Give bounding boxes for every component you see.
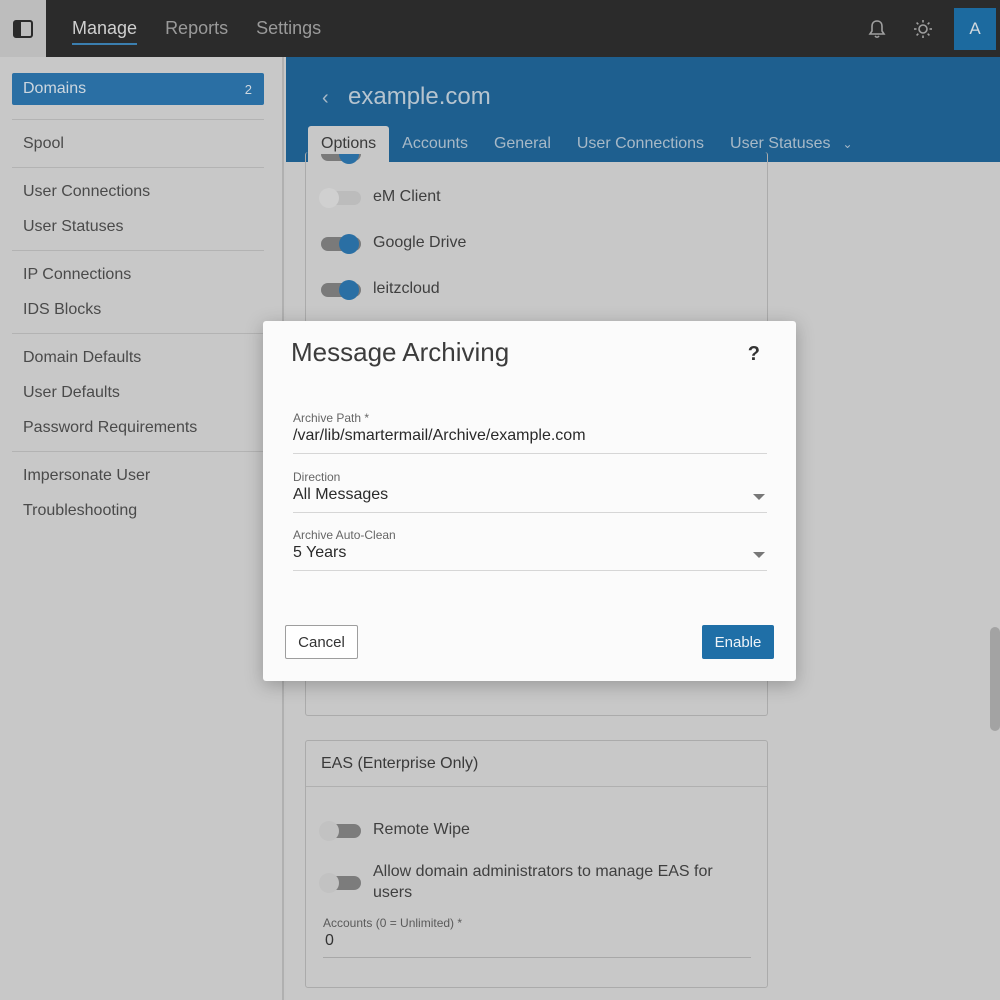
- partial-toggle-row: [321, 154, 373, 164]
- direction-label: Direction: [293, 470, 341, 484]
- sidebar-item-domain-defaults[interactable]: Domain Defaults: [12, 340, 264, 375]
- tab-label: User Statuses: [730, 135, 831, 152]
- chevron-down-icon: ⌄: [842, 137, 853, 151]
- dialog-title: Message Archiving: [291, 337, 510, 367]
- sidebar-item-user-statuses[interactable]: User Statuses: [12, 209, 264, 244]
- sidebar-group-users: User Connections User Statuses: [12, 168, 264, 251]
- scrollbar[interactable]: [990, 627, 1000, 731]
- leitzcloud-toggle[interactable]: [321, 280, 361, 300]
- archive-auto-clean-select[interactable]: Archive Auto-Clean 5 Years: [293, 528, 767, 571]
- allow-admin-eas-toggle[interactable]: [319, 873, 361, 893]
- top-icons: A: [854, 0, 1000, 57]
- help-icon[interactable]: ?: [748, 343, 760, 366]
- toggle-row-remote-wipe: Remote Wipe: [319, 821, 470, 841]
- avatar[interactable]: A: [954, 7, 996, 50]
- sidebar-toggle-icon: [13, 19, 33, 38]
- sidebar-item-ip-connections[interactable]: IP Connections: [12, 257, 264, 292]
- auto-clean-label: Archive Auto-Clean: [293, 528, 396, 542]
- domains-count-badge: 2: [244, 81, 252, 97]
- notifications-button[interactable]: [854, 0, 900, 57]
- back-chevron-icon[interactable]: ‹: [322, 87, 329, 110]
- google-drive-toggle[interactable]: [321, 234, 361, 254]
- sidebar-group-defaults: Domain Defaults User Defaults Password R…: [12, 334, 264, 452]
- sidebar-item-ids-blocks[interactable]: IDS Blocks: [12, 292, 264, 327]
- archive-path-label: Archive Path *: [293, 411, 370, 425]
- remote-wipe-toggle[interactable]: [319, 821, 361, 841]
- partial-toggle[interactable]: [321, 154, 361, 164]
- toggle-label: leitzcloud: [373, 280, 440, 297]
- top-nav: Manage Reports Settings: [72, 0, 321, 57]
- sidebar-group-tools: Impersonate User Troubleshooting: [12, 452, 264, 534]
- sidebar-group-spool: Spool: [12, 120, 264, 168]
- enable-button[interactable]: Enable: [702, 625, 774, 659]
- cancel-button[interactable]: Cancel: [285, 625, 358, 659]
- field-underline: [293, 570, 767, 571]
- nav-settings[interactable]: Settings: [256, 14, 321, 43]
- sidebar-item-domains[interactable]: Domains 2: [12, 73, 264, 105]
- field-underline: [293, 453, 767, 454]
- em-client-toggle[interactable]: [319, 188, 361, 208]
- sidebar-group-ip: IP Connections IDS Blocks: [12, 251, 264, 334]
- toggle-label: eM Client: [373, 188, 441, 205]
- field-underline: [293, 512, 767, 513]
- nav-reports[interactable]: Reports: [165, 14, 228, 43]
- sidebar-group-domains: Domains 2: [12, 67, 264, 120]
- sidebar-item-label: Domains: [23, 80, 87, 97]
- page-title: example.com: [348, 83, 491, 110]
- nav-manage[interactable]: Manage: [72, 14, 138, 45]
- toggle-row-google-drive: Google Drive: [321, 234, 467, 254]
- archive-path-input[interactable]: /var/lib/smartermail/Archive/example.com: [293, 427, 767, 445]
- sidebar-item-impersonate-user[interactable]: Impersonate User: [12, 458, 264, 493]
- sidebar-item-user-defaults[interactable]: User Defaults: [12, 375, 264, 410]
- toggle-label: Allow domain administrators to manage EA…: [373, 863, 713, 901]
- dropdown-arrow-icon: [753, 494, 765, 500]
- top-bar: Manage Reports Settings A: [0, 0, 1000, 57]
- auto-clean-value: 5 Years: [293, 544, 347, 561]
- toggle-label: Google Drive: [373, 234, 467, 251]
- toggle-row-allow-admin-eas: Allow domain administrators to manage EA…: [319, 861, 741, 903]
- sidebar: Domains 2 Spool User Connections User St…: [0, 57, 284, 1000]
- sidebar-item-user-connections[interactable]: User Connections: [12, 174, 264, 209]
- eas-card-title: EAS (Enterprise Only): [306, 741, 767, 787]
- theme-button[interactable]: [900, 0, 946, 57]
- sun-icon: [914, 19, 932, 38]
- bell-icon: [868, 19, 886, 38]
- message-archiving-dialog: Message Archiving ? Archive Path * /var/…: [263, 321, 796, 681]
- sidebar-item-password-requirements[interactable]: Password Requirements: [12, 410, 264, 445]
- sidebar-item-troubleshooting[interactable]: Troubleshooting: [12, 493, 264, 528]
- accounts-label: Accounts (0 = Unlimited) *: [323, 916, 463, 930]
- sidebar-toggle-button[interactable]: [0, 0, 46, 57]
- archive-path-field[interactable]: Archive Path * /var/lib/smartermail/Arch…: [293, 411, 767, 454]
- domain-header: ‹ example.com Options Accounts General U…: [286, 57, 1000, 162]
- toggle-row-em-client: eM Client: [319, 188, 441, 208]
- toggle-row-leitzcloud: leitzcloud: [321, 280, 440, 300]
- accounts-underline: [323, 957, 751, 958]
- toggle-label: Remote Wipe: [373, 821, 470, 838]
- accounts-field[interactable]: 0: [325, 932, 334, 950]
- direction-select[interactable]: Direction All Messages: [293, 470, 767, 513]
- eas-card: EAS (Enterprise Only) Remote Wipe Allow …: [305, 740, 768, 988]
- dropdown-arrow-icon: [753, 552, 765, 558]
- direction-value: All Messages: [293, 486, 389, 503]
- sidebar-item-spool[interactable]: Spool: [12, 126, 264, 161]
